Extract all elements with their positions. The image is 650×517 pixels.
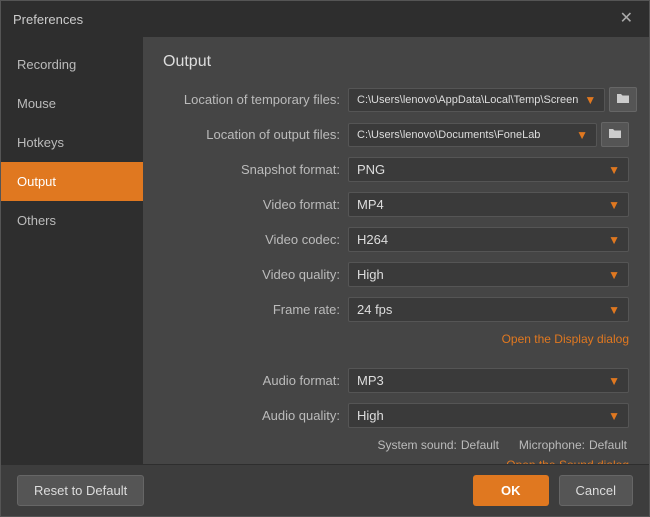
open-sound-dialog-link[interactable]: Open the Sound dialog bbox=[506, 458, 629, 464]
content-area: Output Location of temporary files: C:\U… bbox=[143, 37, 649, 464]
sidebar-item-recording[interactable]: Recording bbox=[1, 45, 143, 84]
video-format-row: Video format: MP4 ▼ bbox=[163, 192, 629, 217]
video-codec-row: Video codec: H264 ▼ bbox=[163, 227, 629, 252]
snapshot-format-row: Snapshot format: PNG ▼ bbox=[163, 157, 629, 182]
dialog-title: Preferences bbox=[13, 12, 83, 27]
frame-rate-control: 24 fps ▼ bbox=[348, 297, 629, 322]
output-files-dropdown[interactable]: C:\Users\lenovo\Documents\FoneLab ▼ bbox=[348, 123, 597, 147]
microphone-value: Default bbox=[589, 438, 627, 452]
snapshot-format-dropdown[interactable]: PNG ▼ bbox=[348, 157, 629, 182]
output-files-arrow: ▼ bbox=[576, 128, 588, 142]
frame-rate-arrow: ▼ bbox=[608, 303, 620, 317]
video-codec-dropdown[interactable]: H264 ▼ bbox=[348, 227, 629, 252]
section-title: Output bbox=[163, 53, 629, 71]
output-files-control: C:\Users\lenovo\Documents\FoneLab ▼ bbox=[348, 122, 629, 147]
audio-format-label: Audio format: bbox=[163, 373, 348, 388]
temp-files-dropdown[interactable]: C:\Users\lenovo\AppData\Local\Temp\Scree… bbox=[348, 88, 605, 112]
display-link-row: Open the Display dialog bbox=[163, 332, 629, 346]
output-files-row: Location of output files: C:\Users\lenov… bbox=[163, 122, 629, 147]
preferences-dialog: Preferences ✕ Recording Mouse Hotkeys Ou… bbox=[0, 0, 650, 517]
snapshot-format-arrow: ▼ bbox=[608, 163, 620, 177]
video-format-label: Video format: bbox=[163, 197, 348, 212]
video-format-dropdown[interactable]: MP4 ▼ bbox=[348, 192, 629, 217]
audio-format-row: Audio format: MP3 ▼ bbox=[163, 368, 629, 393]
video-format-control: MP4 ▼ bbox=[348, 192, 629, 217]
open-display-dialog-link[interactable]: Open the Display dialog bbox=[502, 332, 629, 346]
audio-format-dropdown[interactable]: MP3 ▼ bbox=[348, 368, 629, 393]
temp-files-control: C:\Users\lenovo\AppData\Local\Temp\Scree… bbox=[348, 87, 637, 112]
frame-rate-row: Frame rate: 24 fps ▼ bbox=[163, 297, 629, 322]
temp-files-label: Location of temporary files: bbox=[163, 92, 348, 107]
frame-rate-label: Frame rate: bbox=[163, 302, 348, 317]
video-quality-arrow: ▼ bbox=[608, 268, 620, 282]
cancel-button[interactable]: Cancel bbox=[559, 475, 633, 506]
dialog-footer: Reset to Default OK Cancel bbox=[1, 464, 649, 516]
sidebar-item-others[interactable]: Others bbox=[1, 201, 143, 240]
dialog-body: Recording Mouse Hotkeys Output Others Ou… bbox=[1, 37, 649, 464]
sidebar: Recording Mouse Hotkeys Output Others bbox=[1, 37, 143, 464]
temp-files-row: Location of temporary files: C:\Users\le… bbox=[163, 87, 629, 112]
sidebar-item-output[interactable]: Output bbox=[1, 162, 143, 201]
audio-quality-control: High ▼ bbox=[348, 403, 629, 428]
video-quality-label: Video quality: bbox=[163, 267, 348, 282]
sound-link-row: Open the Sound dialog bbox=[163, 458, 629, 464]
audio-format-arrow: ▼ bbox=[608, 374, 620, 388]
close-button[interactable]: ✕ bbox=[616, 9, 637, 29]
footer-right-buttons: OK Cancel bbox=[473, 475, 633, 506]
audio-quality-dropdown[interactable]: High ▼ bbox=[348, 403, 629, 428]
temp-files-folder-btn[interactable] bbox=[609, 87, 637, 112]
sidebar-item-hotkeys[interactable]: Hotkeys bbox=[1, 123, 143, 162]
sound-info-row: System sound: Default Microphone: Defaul… bbox=[163, 438, 629, 452]
temp-files-arrow: ▼ bbox=[584, 93, 596, 107]
output-files-label: Location of output files: bbox=[163, 127, 348, 142]
video-codec-label: Video codec: bbox=[163, 232, 348, 247]
ok-button[interactable]: OK bbox=[473, 475, 549, 506]
video-quality-dropdown[interactable]: High ▼ bbox=[348, 262, 629, 287]
audio-quality-row: Audio quality: High ▼ bbox=[163, 403, 629, 428]
sidebar-item-mouse[interactable]: Mouse bbox=[1, 84, 143, 123]
snapshot-format-label: Snapshot format: bbox=[163, 162, 348, 177]
video-codec-arrow: ▼ bbox=[608, 233, 620, 247]
video-format-arrow: ▼ bbox=[608, 198, 620, 212]
snapshot-format-control: PNG ▼ bbox=[348, 157, 629, 182]
frame-rate-dropdown[interactable]: 24 fps ▼ bbox=[348, 297, 629, 322]
system-sound-label: System sound: bbox=[378, 438, 457, 452]
video-codec-control: H264 ▼ bbox=[348, 227, 629, 252]
reset-to-default-button[interactable]: Reset to Default bbox=[17, 475, 144, 506]
video-quality-row: Video quality: High ▼ bbox=[163, 262, 629, 287]
microphone-label: Microphone: bbox=[519, 438, 585, 452]
audio-format-control: MP3 ▼ bbox=[348, 368, 629, 393]
output-files-folder-btn[interactable] bbox=[601, 122, 629, 147]
audio-quality-label: Audio quality: bbox=[163, 408, 348, 423]
video-quality-control: High ▼ bbox=[348, 262, 629, 287]
title-bar: Preferences ✕ bbox=[1, 1, 649, 37]
system-sound-value: Default bbox=[461, 438, 499, 452]
audio-quality-arrow: ▼ bbox=[608, 409, 620, 423]
